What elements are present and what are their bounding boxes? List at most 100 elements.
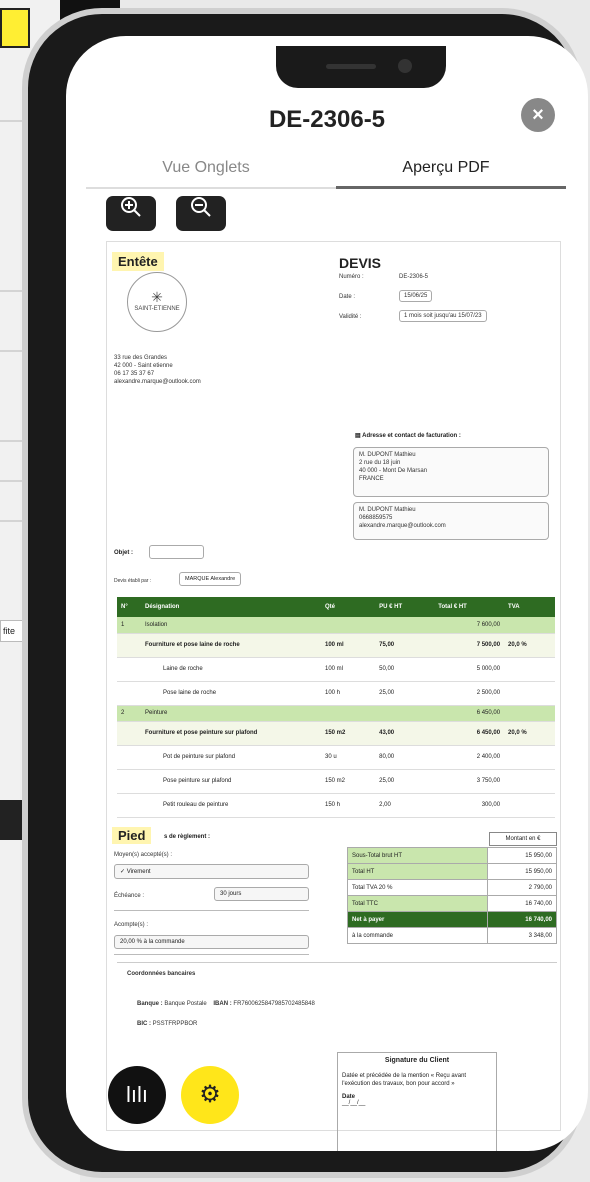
acomptes-field: 20,00 % à la commande [114,935,309,949]
row-unit-price: 50,00 [375,657,435,682]
objet-field [149,545,204,559]
row-quantity: 30 u [321,745,376,770]
tab-bar: Vue Onglets Aperçu PDF [86,149,566,189]
divider [114,910,309,911]
row-unit-price: 80,00 [375,745,435,770]
entete-section-label: Entête [112,252,164,271]
montant-header: Montant en € [489,832,557,846]
totals-label: Total HT [347,863,488,880]
totals-value: 15 950,00 [487,863,557,880]
row-quantity: 150 h [321,793,376,818]
totals-row: Total HT 15 950,00 [347,863,557,880]
gear-icon[interactable]: ⚙ [181,1066,239,1124]
signature-title: Signature du Client [384,1057,450,1064]
reglement-title: s de règlement : [164,834,211,840]
zoom-in-icon[interactable] [106,196,156,231]
phone-frame: DE-2306-5 × Vue Onglets Aperçu PDF Entêt… [22,8,588,1178]
sub-item-row: Pose laine de roche 100 h 25,00 2 500,00 [117,681,555,706]
phone-notch [276,46,446,88]
category-row: 1 Isolation 7 600,00 [117,617,555,634]
row-total: 300,00 [434,793,505,818]
row-unit-price [375,705,435,722]
product-row: Fourniture et pose peinture sur plafond 1… [117,721,555,746]
active-tab-indicator [336,186,566,189]
totals-value: 16 740,00 [487,911,557,928]
address-line: 06 17 35 37 67 [114,371,155,377]
pied-section-label: Pied [112,827,152,844]
contact-line: 0668859575 [359,515,393,521]
row-total: 2 400,00 [434,745,505,770]
banque-label: Banque : [137,1001,163,1007]
moyens-label: Moyen(s) accepté(s) : [114,852,173,858]
background-yellow-tag [0,8,30,48]
category-row: 2 Peinture 6 450,00 [117,705,555,722]
row-tva: 20,0 % [504,721,555,746]
tab-vue-onglets[interactable]: Vue Onglets [86,159,326,177]
bar-chart-icon[interactable]: lılı [108,1066,166,1124]
row-number [117,793,141,818]
signature-date-value: __/__/__ [342,1100,366,1106]
signature-box: Signature du Client Datée et précédée de… [337,1052,497,1151]
billing-line: 2 rue du 18 juin [359,460,401,466]
speaker [326,64,376,69]
tab-apercu-pdf[interactable]: Aperçu PDF [326,159,566,177]
billing-line: M. DUPONT Mathieu [359,452,416,458]
bank-line: Banque : Banque Postale IBAN : FR7600625… [137,1001,315,1007]
column-header: Qté [321,597,376,617]
contact-line: M. DUPONT Mathieu [359,507,416,513]
row-tva [504,681,555,706]
row-tva [504,745,555,770]
totals-value: 2 790,00 [487,879,557,896]
close-icon[interactable]: × [521,98,555,132]
bic-line: BIC : PSSTFRPPBOR [137,1021,197,1027]
moyens-value: Virement [126,869,151,875]
column-header: Désignation [141,597,321,617]
zoom-out-icon[interactable] [176,196,226,231]
row-designation: Pot de peinture sur plafond [141,745,321,770]
row-unit-price: 43,00 [375,721,435,746]
row-unit-price [375,617,435,634]
echeance-field: 30 jours [214,887,309,901]
column-header: TVA [504,597,555,617]
etabli-label: Devis établi par : [114,578,152,584]
row-designation: Pose peinture sur plafond [141,769,321,794]
row-total: 6 450,00 [434,721,505,746]
row-designation: Laine de roche [141,657,321,682]
logo-text: SAINT-ETIENNE [134,306,180,312]
billing-contact-box: M. DUPONT Mathieu 0668859575 alexandre.m… [353,502,549,540]
contact-line: alexandre.marque@outlook.com [359,523,446,529]
camera [398,59,412,73]
row-unit-price: 75,00 [375,633,435,658]
totals-row: à la commande 3 348,00 [347,927,557,944]
totals-value: 15 950,00 [487,847,557,864]
totals-table: Sous-Total brut HT 15 950,00 Total HT 15 95… [347,847,557,944]
totals-row: Total TTC 16 740,00 [347,895,557,912]
logo-star-icon: ✳ [151,289,163,305]
numero-label: Numéro : [339,274,364,280]
row-tva [504,657,555,682]
moyens-field: ✓ Virement [114,864,309,879]
address-line: 42 000 - Saint etienne [114,363,173,369]
row-total: 2 500,00 [434,681,505,706]
numero-value: DE-2306-5 [399,274,429,280]
pdf-preview[interactable]: Entête ✳ SAINT-ETIENNE 33 rue des Grande… [106,241,561,1151]
iban-label: IBAN : [213,1001,232,1007]
quote-items-table: N° Désignation Qté PU € HT Total € HT TV… [117,597,555,818]
column-header: N° [117,597,141,617]
billing-heading-text: Adresse et contact de facturation : [362,433,461,439]
company-address: 33 rue des Grandes 42 000 - Saint etienn… [114,354,201,386]
row-quantity [321,705,376,722]
check-icon: ✓ [120,869,127,875]
totals-row: Net à payer 16 740,00 [347,911,557,928]
row-quantity: 100 ml [321,657,376,682]
address-line: alexandre.marque@outlook.com [114,379,201,385]
row-number [117,769,141,794]
billing-line: FRANCE [359,476,384,482]
totals-value: 16 740,00 [487,895,557,912]
row-number [117,721,141,746]
row-designation: Fourniture et pose laine de roche [141,633,321,658]
totals-row: Total TVA 20 % 2 790,00 [347,879,557,896]
divider [114,954,309,955]
row-quantity [321,617,376,634]
row-designation: Fourniture et pose peinture sur plafond [141,721,321,746]
